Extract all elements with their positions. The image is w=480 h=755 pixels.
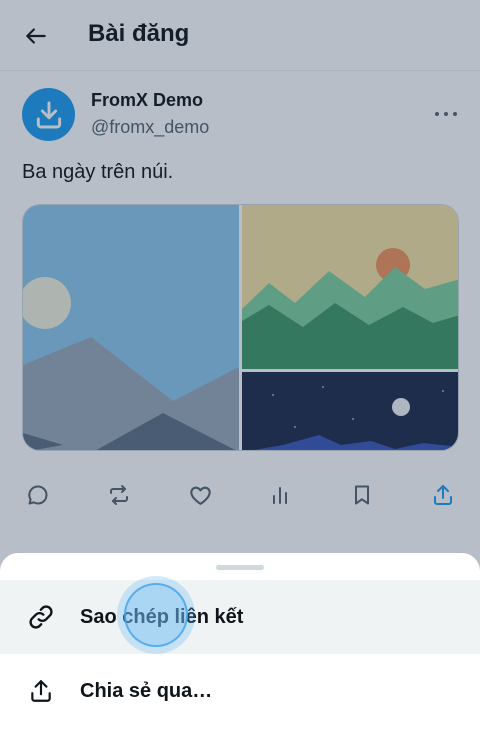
link-icon <box>29 605 53 629</box>
post-detail-screen: Bài đăng FromX Demo @fromx_demo Ba ngày … <box>0 0 480 755</box>
share-via-label: Chia sẻ qua… <box>80 679 213 702</box>
share-bottom-sheet: Sao chép liên kết Chia sẻ qua… <box>0 553 480 755</box>
share-icon <box>31 680 51 702</box>
share-via-item[interactable]: Chia sẻ qua… <box>0 654 480 728</box>
touch-indicator-core <box>124 583 188 647</box>
copy-link-item[interactable]: Sao chép liên kết <box>0 580 480 654</box>
sheet-drag-handle[interactable] <box>216 565 264 570</box>
